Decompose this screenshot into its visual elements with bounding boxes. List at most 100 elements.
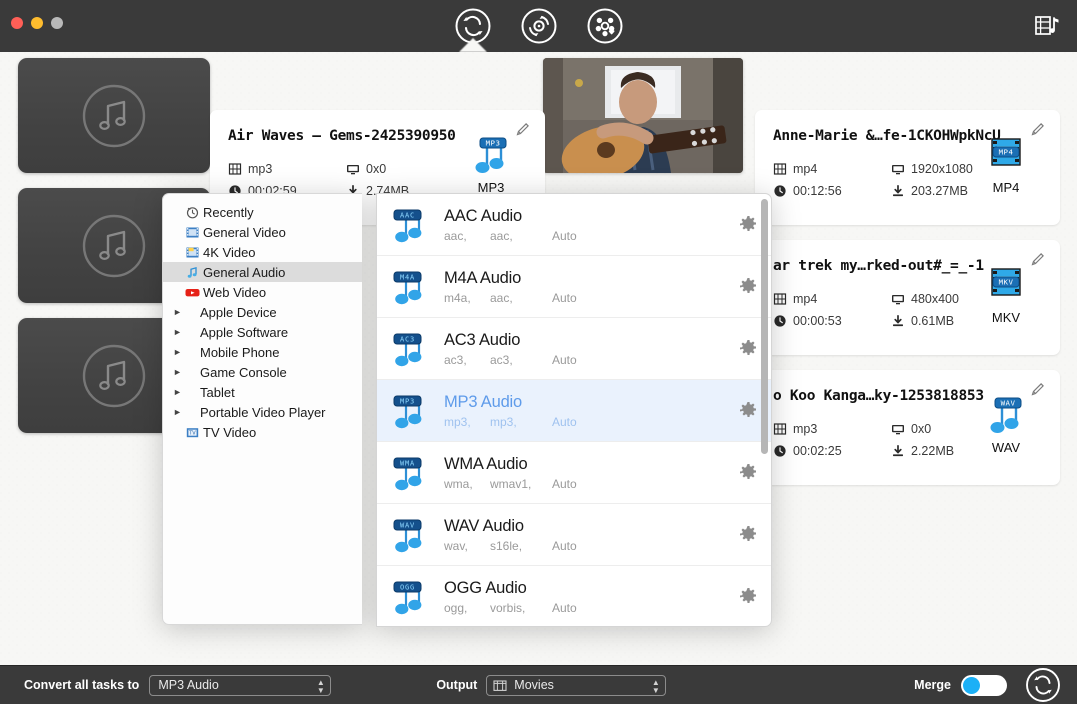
format-codec: aac, bbox=[490, 228, 513, 243]
target-format-badge[interactable]: MKV MKV bbox=[974, 264, 1038, 325]
file-duration: 00:00:53 bbox=[793, 314, 842, 328]
category-recently[interactable]: Recently bbox=[163, 202, 362, 222]
convert-all-label: Convert all tasks to bbox=[24, 678, 140, 692]
file-codec: mp3 bbox=[793, 422, 818, 436]
svg-text:M4A: M4A bbox=[400, 273, 415, 281]
convert-all-format-select[interactable]: MP3 Audio ▲ ▼ bbox=[149, 674, 332, 696]
chevron-right-icon: ► bbox=[173, 406, 182, 417]
tv-icon: TV bbox=[184, 425, 200, 440]
category-tv-video[interactable]: TV TV Video bbox=[163, 422, 362, 442]
output-folder-value: Movies bbox=[514, 678, 554, 692]
merge-toggle[interactable] bbox=[961, 674, 1007, 696]
ripper-icon[interactable] bbox=[517, 4, 561, 48]
target-format-label: MKV bbox=[991, 310, 1021, 325]
file-resolution: 480x400 bbox=[911, 292, 959, 306]
download-icon bbox=[891, 444, 905, 458]
target-format-badge[interactable]: MP4 MP4 bbox=[974, 134, 1038, 195]
file-size: 203.27MB bbox=[911, 184, 968, 198]
format-row-aac[interactable]: AAC AAC Audio aac, aac, Auto bbox=[377, 194, 771, 256]
thumbnail-video bbox=[543, 58, 743, 173]
format-codec: wmav1, bbox=[490, 476, 532, 491]
category-mobile-phone[interactable]: ► Mobile Phone bbox=[163, 342, 362, 362]
svg-text:WAV: WAV bbox=[400, 521, 415, 529]
category-apple-software[interactable]: ► Apple Software bbox=[163, 322, 362, 342]
svg-text:AC3: AC3 bbox=[400, 335, 415, 343]
chevron-right-icon: ► bbox=[173, 386, 182, 397]
category-label: General Audio bbox=[203, 264, 286, 280]
category-label: TV Video bbox=[203, 424, 257, 440]
format-row-mp3[interactable]: MP3 MP3 Audio mp3, mp3, Auto bbox=[377, 380, 771, 442]
format-name: M4A Audio bbox=[444, 268, 522, 287]
stepper-arrows-icon: ▲ ▼ bbox=[651, 677, 660, 695]
wav-audio-icon: WAV bbox=[388, 515, 432, 555]
format-quality: Auto bbox=[552, 228, 577, 243]
downloader-icon[interactable] bbox=[583, 4, 627, 48]
aac-audio-icon: AAC bbox=[388, 205, 432, 245]
active-tab-pointer bbox=[459, 38, 487, 52]
format-name: MP3 Audio bbox=[444, 392, 523, 411]
format-quality: Auto bbox=[552, 352, 577, 367]
output-label: Output bbox=[436, 678, 478, 692]
ogg-audio-icon: OGG bbox=[388, 577, 432, 617]
clock-icon bbox=[773, 314, 787, 328]
format-container: aac, bbox=[444, 228, 467, 243]
format-settings-icon[interactable] bbox=[725, 588, 771, 605]
file-card[interactable]: ar trek my…rked-out#_=_-1 mp4 480x400 00… bbox=[755, 240, 1060, 355]
file-title: ar trek my…rked-out#_=_-1 bbox=[773, 258, 984, 274]
category-apple-device[interactable]: ► Apple Device bbox=[163, 302, 362, 322]
category-general-video[interactable]: General Video bbox=[163, 222, 362, 242]
format-settings-icon[interactable] bbox=[725, 464, 771, 481]
file-title: Anne-Marie &…fe-1CKOHWpkNcU bbox=[773, 128, 1001, 144]
clock-icon bbox=[184, 205, 200, 220]
toolbar-tabs bbox=[0, 4, 1077, 48]
chevron-right-icon: ► bbox=[173, 366, 182, 377]
format-list-scrollbar[interactable] bbox=[761, 199, 768, 454]
category-label: Apple Software bbox=[200, 324, 289, 340]
stepper-arrows-icon: ▲ ▼ bbox=[316, 677, 325, 695]
target-format-badge[interactable]: WAV WAV bbox=[974, 394, 1038, 455]
category-4k-video[interactable]: 4K Video bbox=[163, 242, 362, 262]
file-card[interactable]: o Koo Kanga…ky-1253818853 mp3 0x0 00:02:… bbox=[755, 370, 1060, 485]
chevron-right-icon: ► bbox=[173, 306, 182, 317]
format-codec: ac3, bbox=[490, 352, 513, 367]
format-quality: Auto bbox=[552, 538, 577, 553]
category-label: Mobile Phone bbox=[200, 344, 280, 360]
convert-start-button[interactable] bbox=[1025, 667, 1061, 703]
format-quality: Auto bbox=[552, 290, 577, 305]
format-row-wma[interactable]: WMA WMA Audio wma, wmav1, Auto bbox=[377, 442, 771, 504]
format-quality: Auto bbox=[552, 600, 577, 615]
format-settings-icon[interactable] bbox=[725, 526, 771, 543]
m4a-audio-icon: M4A bbox=[388, 267, 432, 307]
category-tablet[interactable]: ► Tablet bbox=[163, 382, 362, 402]
category-game-console[interactable]: ► Game Console bbox=[163, 362, 362, 382]
format-row-ogg[interactable]: OGG OGG Audio ogg, vorbis, Auto bbox=[377, 566, 771, 626]
media-library-icon[interactable] bbox=[1031, 10, 1063, 42]
target-format-badge[interactable]: MP3 MP3 bbox=[459, 134, 523, 195]
format-row-wav[interactable]: WAV WAV Audio wav, s16le, Auto bbox=[377, 504, 771, 566]
4k-video-icon bbox=[184, 245, 200, 260]
category-portable-video-player[interactable]: ► Portable Video Player bbox=[163, 402, 362, 422]
film-icon bbox=[773, 422, 787, 436]
category-general-audio[interactable]: General Audio bbox=[163, 262, 362, 282]
category-web-video[interactable]: Web Video bbox=[163, 282, 362, 302]
thumbnail-audio bbox=[18, 58, 210, 173]
file-metadata: mp4 480x400 00:00:53 0.61MB bbox=[773, 288, 959, 332]
wma-audio-icon: WMA bbox=[388, 453, 432, 493]
format-codec: aac, bbox=[490, 290, 513, 305]
film-icon bbox=[773, 162, 787, 176]
svg-text:TV: TV bbox=[188, 430, 196, 436]
svg-text:WMA: WMA bbox=[400, 459, 415, 467]
file-size: 2.22MB bbox=[911, 444, 955, 458]
svg-text:MP4: MP4 bbox=[999, 148, 1014, 157]
format-row-m4a[interactable]: M4A M4A Audio m4a, aac, Auto bbox=[377, 256, 771, 318]
output-folder-select[interactable]: Movies ▲ ▼ bbox=[486, 674, 667, 696]
file-card[interactable]: Anne-Marie &…fe-1CKOHWpkNcU mp4 1920x108… bbox=[755, 110, 1060, 225]
file-metadata: mp4 1920x1080 00:12:56 203.27MB bbox=[773, 158, 973, 202]
format-name: OGG Audio bbox=[444, 578, 527, 597]
chevron-right-icon: ► bbox=[173, 346, 182, 357]
format-list: AAC AAC Audio aac, aac, Auto M4A M4A Aud… bbox=[376, 193, 772, 627]
format-quality: Auto bbox=[552, 414, 577, 429]
clock-icon bbox=[773, 184, 787, 198]
category-label: Tablet bbox=[200, 384, 235, 400]
format-row-ac3[interactable]: AC3 AC3 Audio ac3, ac3, Auto bbox=[377, 318, 771, 380]
